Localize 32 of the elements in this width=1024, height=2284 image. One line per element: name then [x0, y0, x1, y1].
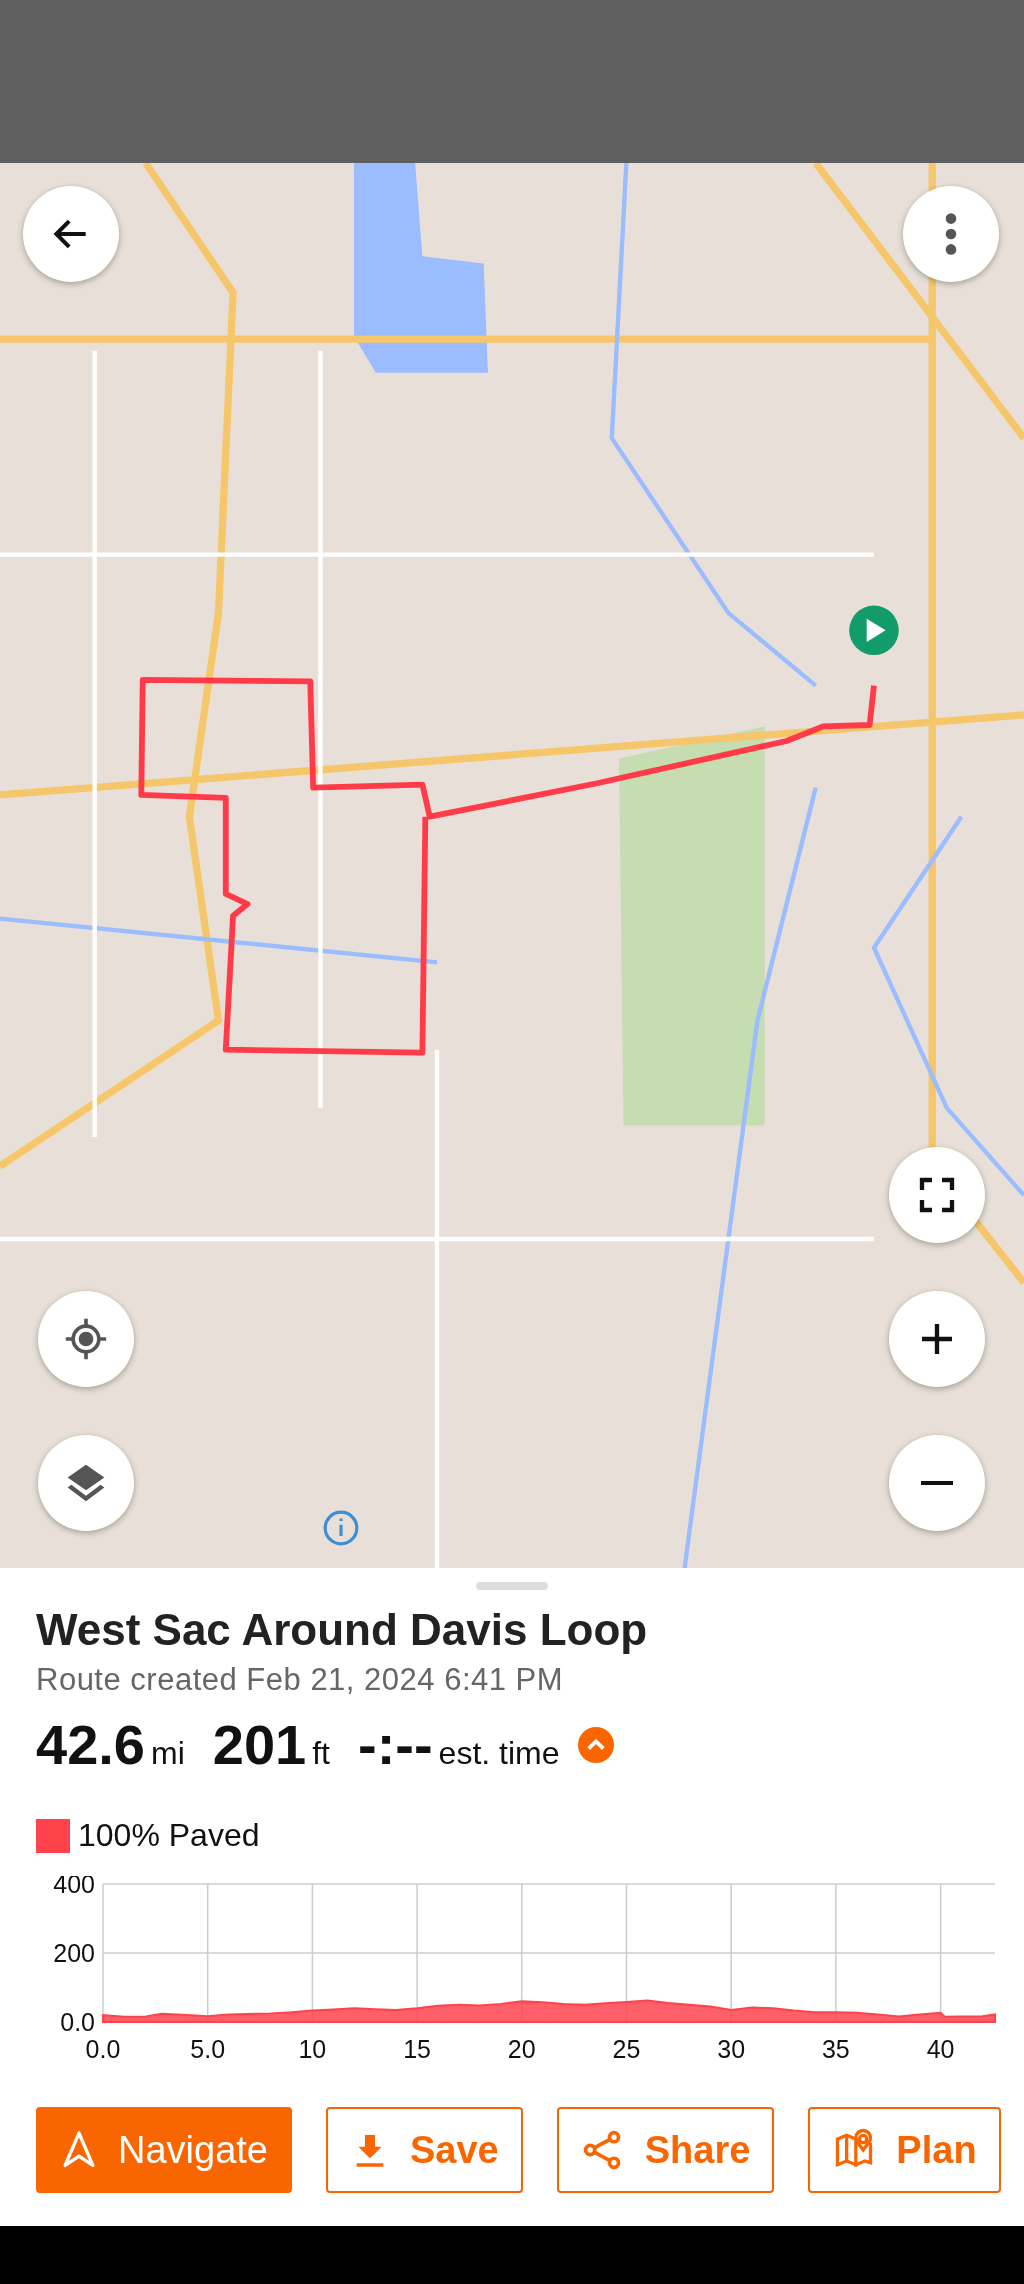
axis-label: 200 [53, 1939, 95, 1967]
axis-label: 10 [298, 2035, 327, 2063]
stat-unit: ft [312, 1735, 330, 1772]
route-title: West Sac Around Davis Loop [36, 1604, 649, 1656]
stat-value: 42.6 [36, 1712, 145, 1777]
legend-label: 100% Paved [78, 1817, 260, 1854]
more-icon [944, 212, 958, 256]
axis-label: 0.0 [85, 2035, 121, 2063]
expand-button[interactable] [577, 1726, 614, 1763]
route-created-date: Route created Feb 21, 2024 6:41 PM [36, 1662, 565, 1698]
axis-label: 40 [926, 2035, 955, 2063]
stat-unit: est. time [438, 1735, 560, 1772]
axis-label: 30 [717, 2035, 746, 2063]
axis-label: 0.0 [60, 2008, 95, 2036]
location-target-icon [64, 1317, 108, 1361]
stat-unit: mi [151, 1735, 185, 1772]
axis-label: 25 [612, 2035, 641, 2063]
axis-label: 400 [53, 1876, 95, 1898]
action-button[interactable]: Save [326, 2107, 523, 2193]
action-button[interactable]: Share [556, 2107, 775, 2193]
action-button[interactable]: Plan [808, 2107, 1001, 2193]
stat-value: -:-- [358, 1712, 433, 1777]
axis-label: 5.0 [190, 2035, 226, 2063]
minus-icon [921, 1481, 953, 1485]
drag-handle[interactable] [476, 1582, 548, 1590]
action-button[interactable]: Navigate [36, 2107, 292, 2193]
axis-label: 35 [821, 2035, 850, 2063]
axis-label: 15 [403, 2035, 431, 2063]
axis-label: 20 [507, 2035, 536, 2063]
info-icon[interactable] [322, 1509, 360, 1547]
stat-value: 201 [212, 1712, 307, 1777]
fullscreen-icon [917, 1175, 957, 1215]
